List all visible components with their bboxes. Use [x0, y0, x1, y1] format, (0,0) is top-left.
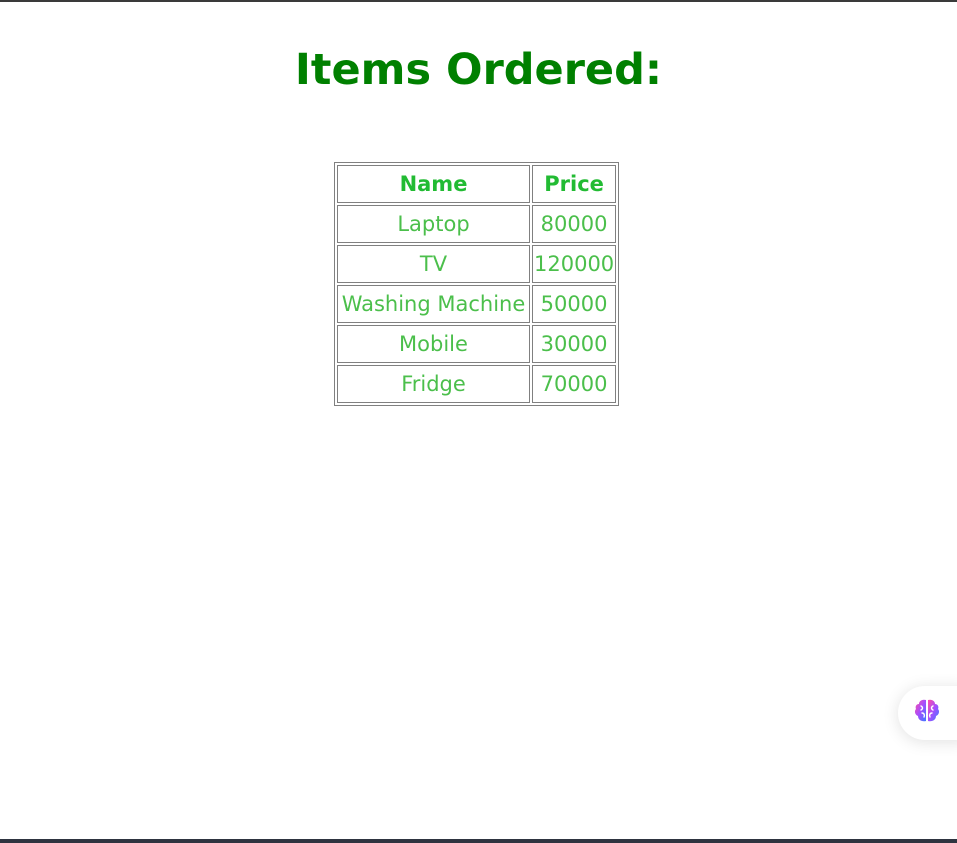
page: Items Ordered: Name Price Laptop 80000 T…: [0, 0, 957, 843]
item-price-cell: 80000: [532, 205, 617, 243]
item-name-cell: Fridge: [337, 365, 530, 403]
item-price-cell: 70000: [532, 365, 617, 403]
item-name-cell: Washing Machine: [337, 285, 530, 323]
bottom-edge: [0, 839, 957, 843]
items-table: Name Price Laptop 80000 TV 120000 Washin…: [334, 162, 620, 406]
assistant-button[interactable]: [898, 686, 957, 740]
item-price-cell: 50000: [532, 285, 617, 323]
table-row: Laptop 80000: [337, 205, 617, 243]
item-name-cell: TV: [337, 245, 530, 283]
table-row: Washing Machine 50000: [337, 285, 617, 323]
brain-icon: [912, 696, 942, 730]
item-name-cell: Mobile: [337, 325, 530, 363]
table-row: Mobile 30000: [337, 325, 617, 363]
item-price-cell: 120000: [532, 245, 617, 283]
table-row: Fridge 70000: [337, 365, 617, 403]
page-title: Items Ordered:: [294, 45, 663, 95]
table-row: TV 120000: [337, 245, 617, 283]
column-header-name: Name: [337, 165, 530, 203]
column-header-price: Price: [532, 165, 617, 203]
item-name-cell: Laptop: [337, 205, 530, 243]
table-header-row: Name Price: [337, 165, 617, 203]
item-price-cell: 30000: [532, 325, 617, 363]
